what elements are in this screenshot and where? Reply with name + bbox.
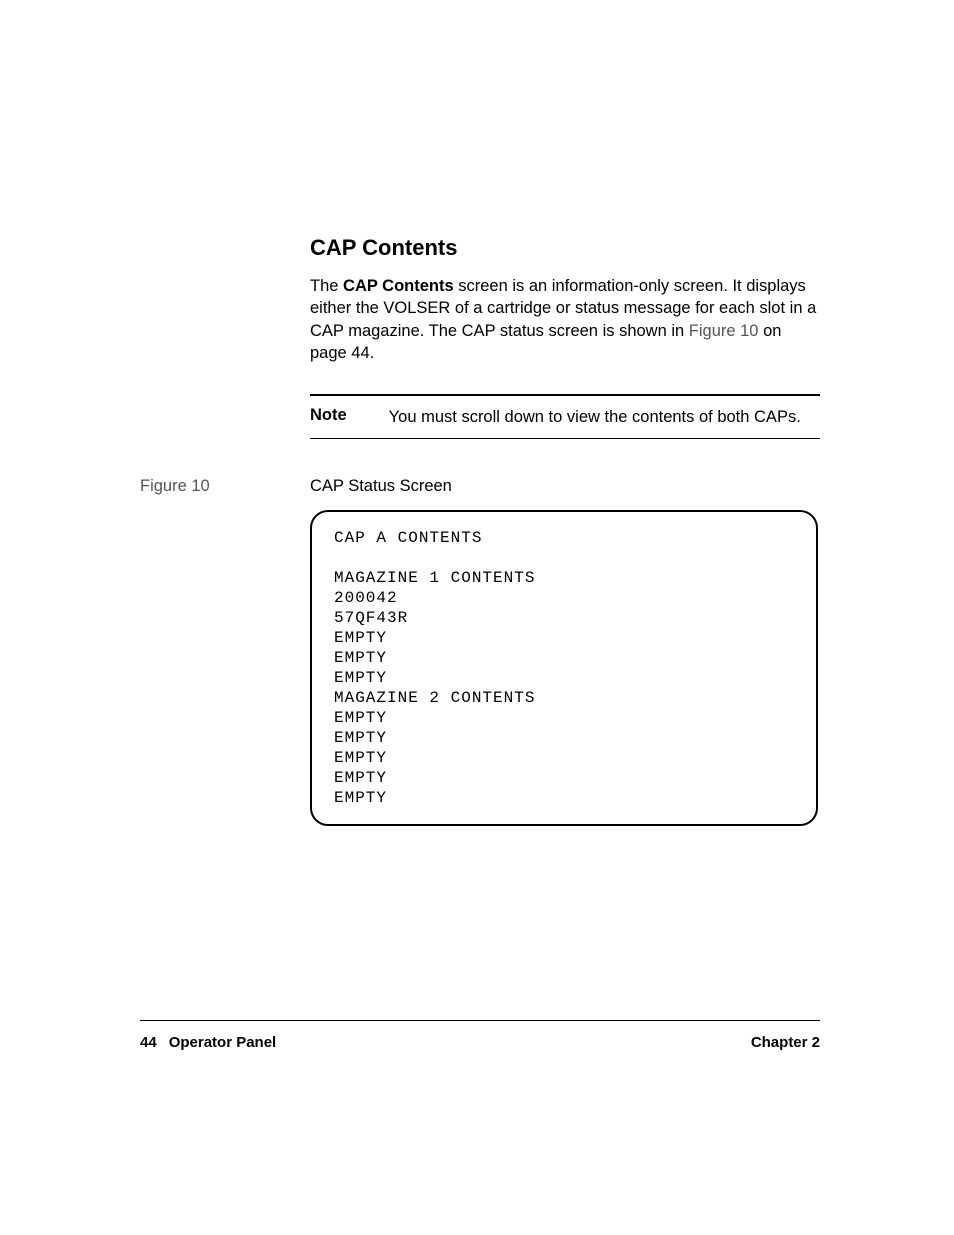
footer-left: 44 Operator Panel: [140, 1034, 276, 1051]
para-bold: CAP Contents: [343, 277, 454, 295]
footer-chapter: Chapter 2: [751, 1034, 820, 1051]
figure-label: Figure 10: [140, 477, 310, 496]
section-paragraph: The CAP Contents screen is an informatio…: [310, 275, 820, 364]
footer-rule: [140, 1020, 820, 1021]
note-label: Note: [310, 406, 347, 425]
page-number: 44: [140, 1034, 157, 1051]
figure-row: Figure 10 CAP Status Screen: [140, 477, 820, 496]
cap-status-screen: CAP A CONTENTS MAGAZINE 1 CONTENTS 20004…: [310, 510, 818, 826]
figure-reference: Figure 10: [689, 322, 759, 340]
section-heading: CAP Contents: [310, 235, 820, 261]
note-block: Note You must scroll down to view the co…: [310, 394, 820, 439]
page-content: CAP Contents The CAP Contents screen is …: [140, 235, 820, 826]
para-prefix: The: [310, 277, 343, 295]
figure-caption: CAP Status Screen: [310, 477, 452, 496]
page-footer: 44 Operator Panel Chapter 2: [140, 1034, 820, 1051]
section-block: CAP Contents The CAP Contents screen is …: [310, 235, 820, 439]
footer-title: Operator Panel: [169, 1034, 277, 1051]
note-text: You must scroll down to view the content…: [389, 406, 801, 428]
